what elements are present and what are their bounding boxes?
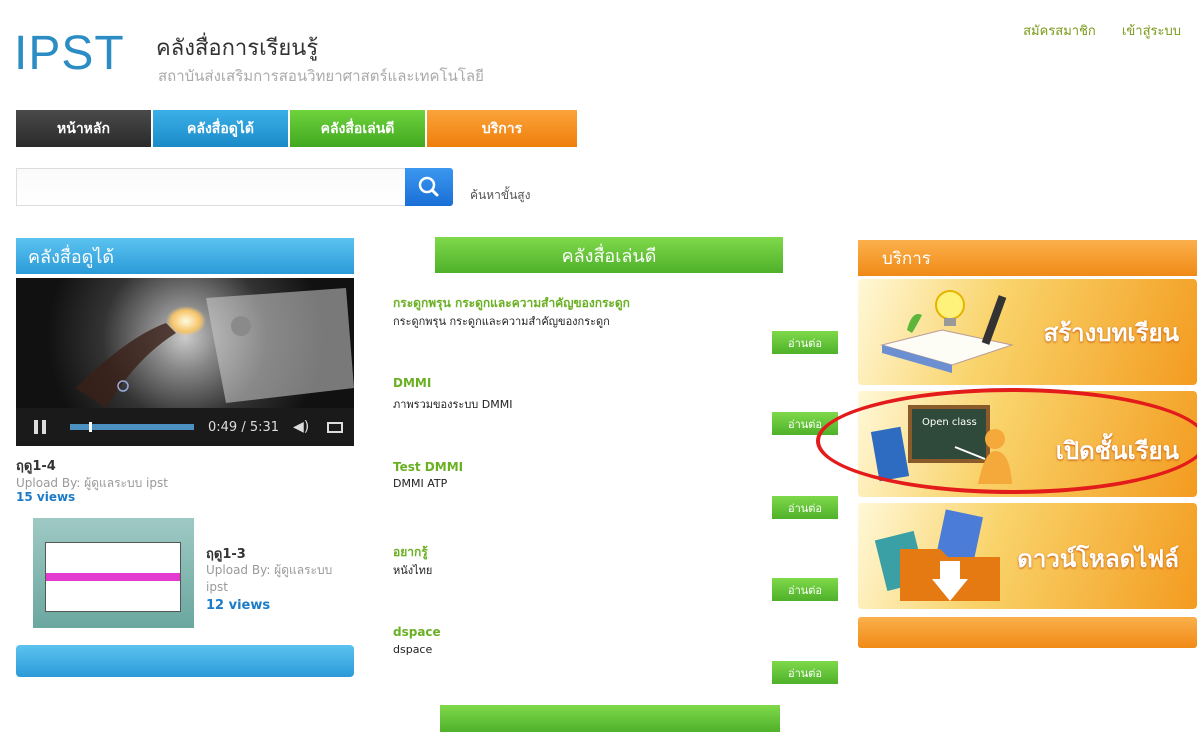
read-more-button[interactable]: อ่านต่อ [772, 661, 838, 684]
video-controls: 0:49 / 5:31 ◀) [16, 408, 354, 446]
play-item-desc: dspace [393, 643, 433, 656]
video-player[interactable]: 0:49 / 5:31 ◀) [16, 278, 354, 446]
read-more-button[interactable]: อ่านต่อ [772, 578, 838, 601]
play-item-title[interactable]: Test DMMI [393, 460, 463, 474]
play-item-title[interactable]: กระดูกพรุน กระดูกและความสำคัญของกระดูก [393, 294, 630, 313]
open-class-icon: Open class [870, 405, 1012, 484]
play-item-desc: DMMI ATP [393, 477, 448, 490]
download-folder-icon [874, 509, 1000, 601]
create-lesson-label: สร้างบทเรียน [1043, 319, 1179, 347]
read-more-button[interactable]: อ่านต่อ [772, 331, 838, 354]
play-item-title[interactable]: DMMI [393, 376, 431, 390]
video-title[interactable]: ฤดู1-3 [206, 543, 246, 564]
download-file-label: ดาวน์โหลดไฟล์ [1017, 545, 1179, 573]
play-item-desc: ภาพรวมของระบบ DMMI [393, 398, 513, 411]
service-heading: บริการ [858, 240, 1197, 276]
login-link[interactable]: เข้าสู่ระบบ [1122, 24, 1181, 39]
book-lightbulb-icon [880, 290, 1014, 373]
advanced-search-link[interactable]: ค้นหาขั้นสูง [470, 186, 530, 205]
search-icon [418, 176, 439, 197]
register-link[interactable]: สมัครสมาชิก [1023, 24, 1096, 39]
download-file-banner[interactable]: ดาวน์โหลดไฟล์ [858, 503, 1197, 609]
fullscreen-icon[interactable] [327, 421, 344, 433]
video-thumbnail[interactable] [33, 518, 194, 628]
tab-watch-media[interactable]: คลังสื่อดูได้ [153, 110, 288, 147]
open-class-board-text: Open class [922, 417, 977, 428]
play-heading[interactable]: คลังสื่อเล่นดี [435, 237, 783, 273]
pause-icon[interactable] [34, 420, 46, 434]
site-title: คลังสื่อการเรียนรู้ [156, 36, 319, 61]
play-item-title[interactable]: dspace [393, 625, 441, 639]
tab-play-media[interactable]: คลังสื่อเล่นดี [290, 110, 425, 147]
service-footer-bar [858, 617, 1197, 648]
thumbnail-table [45, 542, 181, 612]
play-item-desc: หนังไทย [393, 564, 433, 577]
main-nav: หน้าหลัก คลังสื่อดูได้ คลังสื่อเล่นดี บร… [16, 110, 579, 147]
top-links: สมัครสมาชิก เข้าสู่ระบบ [1001, 20, 1181, 41]
search-button[interactable] [405, 168, 453, 206]
video-frame[interactable] [16, 278, 354, 408]
video-time: 0:49 / 5:31 [208, 419, 280, 435]
open-class-banner[interactable]: Open class เปิดชั้นเรียน [858, 391, 1197, 497]
open-class-label: เปิดชั้นเรียน [1055, 437, 1179, 465]
progress-handle[interactable] [88, 422, 92, 432]
watch-heading[interactable]: คลังสื่อดูได้ [16, 238, 354, 274]
site-subtitle: สถาบันส่งเสริมการสอนวิทยาศาสตร์และเทคโนโ… [158, 67, 484, 85]
play-item-desc: กระดูกพรุน กระดูกและความสำคัญของกระดูก [393, 315, 610, 328]
video-scene [76, 288, 354, 408]
search-input[interactable] [16, 168, 406, 206]
play-footer-bar [440, 705, 780, 732]
tab-home[interactable]: หน้าหลัก [16, 110, 151, 147]
video-views: 15 views [16, 490, 76, 504]
volume-icon[interactable]: ◀) [293, 419, 309, 435]
play-item-title[interactable]: อยากรู้ [393, 543, 428, 562]
read-more-button[interactable]: อ่านต่อ [772, 412, 838, 435]
video-progress-bar[interactable] [70, 422, 194, 432]
site-logo[interactable]: IPST [14, 30, 125, 78]
read-more-button[interactable]: อ่านต่อ [772, 496, 838, 519]
create-lesson-banner[interactable]: สร้างบทเรียน [858, 279, 1197, 385]
watch-footer-bar [16, 645, 354, 677]
tab-service[interactable]: บริการ [427, 110, 577, 147]
video-views: 12 views [206, 598, 271, 613]
video-title[interactable]: ฤดู1-4 [16, 455, 56, 476]
video-uploader: Upload By: ผู้ดูแลระบบ ipst [206, 563, 333, 594]
